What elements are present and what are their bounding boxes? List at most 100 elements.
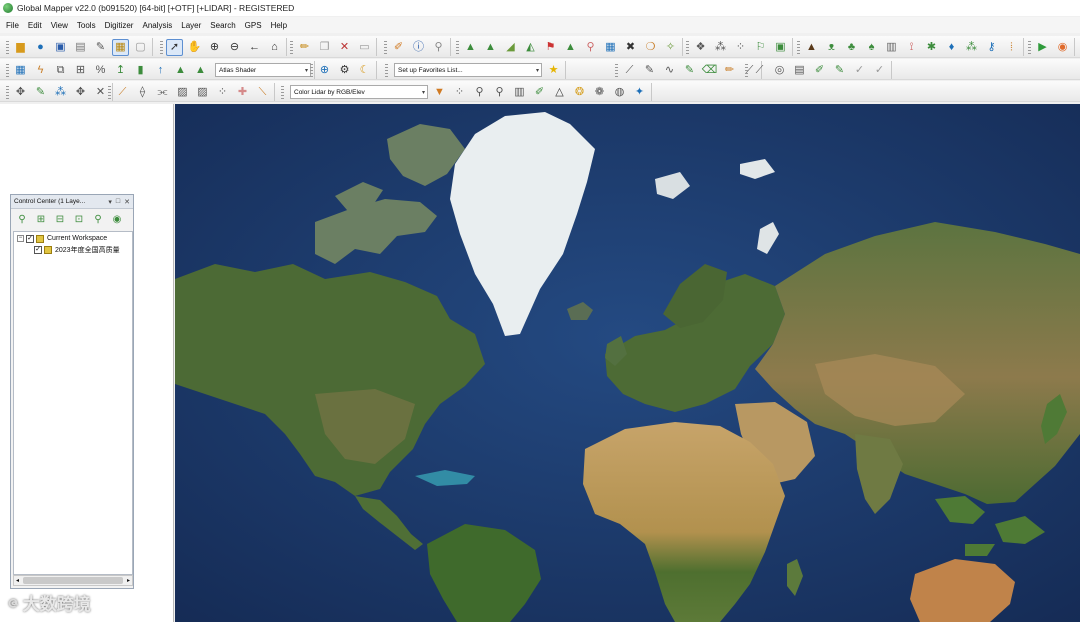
histogram-icon[interactable]: ▮ bbox=[132, 62, 149, 79]
ruler-icon[interactable]: ✐ bbox=[390, 39, 407, 56]
zoom-out-icon[interactable]: ⊖ bbox=[226, 39, 243, 56]
menu-edit[interactable]: Edit bbox=[28, 21, 42, 30]
marker-pen-icon[interactable]: ✏ bbox=[721, 62, 738, 79]
line-draw-icon[interactable]: ⟋ bbox=[621, 62, 638, 79]
map-view[interactable] bbox=[175, 104, 1080, 622]
flag-map-icon[interactable]: ⚑ bbox=[542, 39, 559, 56]
find-icon[interactable]: ⚲ bbox=[430, 39, 447, 56]
slope-icon[interactable]: ◢ bbox=[502, 39, 519, 56]
raster-icon[interactable]: ▦ bbox=[602, 39, 619, 56]
mountain-fill-icon[interactable]: ▲ bbox=[192, 62, 209, 79]
grid-icon[interactable]: ▦ bbox=[12, 62, 29, 79]
bush-icon[interactable]: ♣ bbox=[843, 39, 860, 56]
barcode-icon[interactable]: ▥ bbox=[511, 84, 528, 101]
star-icon[interactable]: ★ bbox=[545, 62, 562, 79]
marker-icon[interactable]: ⚐ bbox=[752, 39, 769, 56]
wrench-icon[interactable]: ✎ bbox=[92, 39, 109, 56]
pan-hand-icon[interactable]: ✋ bbox=[186, 39, 203, 56]
menu-layer[interactable]: Layer bbox=[181, 21, 201, 30]
join-icon[interactable]: ⫘ bbox=[154, 84, 171, 101]
eraser-icon[interactable]: ⌫ bbox=[701, 62, 718, 79]
building-icon[interactable]: ▥ bbox=[883, 39, 900, 56]
profile-icon[interactable]: ✐ bbox=[531, 84, 548, 101]
menu-digitizer[interactable]: Digitizer bbox=[105, 21, 134, 30]
points-grid-icon[interactable]: ⁘ bbox=[451, 84, 468, 101]
workspace-node[interactable]: − ✓ Current Workspace bbox=[14, 233, 132, 244]
vertex-icon[interactable]: ⁂ bbox=[52, 84, 69, 101]
world-map[interactable] bbox=[175, 104, 1080, 622]
pointer-icon[interactable]: ↑ bbox=[152, 62, 169, 79]
menu-analysis[interactable]: Analysis bbox=[142, 21, 172, 30]
hatch-alt-icon[interactable]: ▨ bbox=[194, 84, 211, 101]
points-icon[interactable]: ⁂ bbox=[712, 39, 729, 56]
brush-icon[interactable]: ✎ bbox=[641, 62, 658, 79]
mountain-stack-icon[interactable]: ▲ bbox=[172, 62, 189, 79]
move-vertex-icon[interactable]: ✥ bbox=[72, 84, 89, 101]
layer-zoom-icon[interactable]: ⚲ bbox=[14, 212, 30, 228]
triangle-icon[interactable]: △ bbox=[551, 84, 568, 101]
draw-line-icon[interactable]: ⟋ bbox=[114, 84, 131, 101]
layer-visibility-icon[interactable]: ◉ bbox=[109, 212, 125, 228]
layer-search-icon[interactable]: ⚲ bbox=[90, 212, 106, 228]
move-icon[interactable]: ✥ bbox=[12, 84, 29, 101]
image-icon[interactable]: ▭ bbox=[356, 39, 373, 56]
search-points-icon[interactable]: ⚲ bbox=[491, 84, 508, 101]
tree-icon[interactable]: ♠ bbox=[863, 39, 880, 56]
layer-options-icon[interactable]: ⊡ bbox=[71, 212, 87, 228]
crop-icon[interactable]: ⧉ bbox=[52, 62, 69, 79]
node-icon[interactable]: ⁘ bbox=[214, 84, 231, 101]
watershed-icon[interactable]: ▲ bbox=[562, 39, 579, 56]
sphere-icon[interactable]: ◍ bbox=[611, 84, 628, 101]
menu-view[interactable]: View bbox=[51, 21, 68, 30]
lasso-icon[interactable]: ⟋ bbox=[751, 62, 768, 79]
cluster-icon[interactable]: ⁘ bbox=[732, 39, 749, 56]
layers-icon[interactable]: ❖ bbox=[692, 39, 709, 56]
key-icon[interactable]: ⚷ bbox=[983, 39, 1000, 56]
tower-icon[interactable]: ⟟ bbox=[903, 39, 920, 56]
scroll-left-icon[interactable]: ◂ bbox=[16, 577, 19, 584]
scroll-right-icon[interactable]: ▸ bbox=[127, 577, 130, 584]
layer-node[interactable]: ✓ 2023年度全国高质量 bbox=[14, 244, 132, 255]
save-icon[interactable]: ▣ bbox=[52, 39, 69, 56]
menu-file[interactable]: File bbox=[6, 21, 19, 30]
check-edit-icon[interactable]: ✓ bbox=[871, 62, 888, 79]
rect-select-icon[interactable]: ▤ bbox=[791, 62, 808, 79]
mountain-icon[interactable]: ▲ bbox=[482, 39, 499, 56]
shader-select[interactable]: Atlas Shader ▾ bbox=[215, 63, 311, 77]
moon-icon[interactable]: ☾ bbox=[356, 62, 373, 79]
map-view-icon[interactable]: ▣ bbox=[772, 39, 789, 56]
reshape-icon[interactable]: ✎ bbox=[32, 84, 49, 101]
cloud-icon[interactable]: ❂ bbox=[571, 84, 588, 101]
pencil-icon[interactable]: ✏ bbox=[296, 39, 313, 56]
play-icon[interactable]: ▶ bbox=[1034, 39, 1051, 56]
zoom-points-icon[interactable]: ⚲ bbox=[471, 84, 488, 101]
paint-icon[interactable]: ✎ bbox=[681, 62, 698, 79]
menu-gps[interactable]: GPS bbox=[245, 21, 262, 30]
filter-icon[interactable]: ✎ bbox=[831, 62, 848, 79]
workspace-checkbox[interactable]: ✓ bbox=[26, 234, 34, 243]
elevation-icon[interactable]: ↥ bbox=[112, 62, 129, 79]
globe-icon[interactable]: ● bbox=[32, 39, 49, 56]
home-icon[interactable]: ⌂ bbox=[266, 39, 283, 56]
layer-add-icon[interactable]: ⊞ bbox=[33, 212, 49, 228]
globe-grid-icon[interactable]: ⊕ bbox=[316, 62, 333, 79]
percent-icon[interactable]: % bbox=[92, 62, 109, 79]
delete-icon[interactable]: ✕ bbox=[336, 39, 353, 56]
gear-icon[interactable]: ⚙ bbox=[336, 62, 353, 79]
layer-checkbox[interactable]: ✓ bbox=[34, 245, 42, 254]
maximize-icon[interactable]: □ bbox=[116, 198, 120, 206]
overview-icon[interactable]: ▢ bbox=[132, 39, 149, 56]
circle-select-icon[interactable]: ◎ bbox=[771, 62, 788, 79]
lightning-icon[interactable]: ϟ bbox=[32, 62, 49, 79]
pin-panel-icon[interactable]: ▾ bbox=[108, 198, 112, 206]
scroll-thumb[interactable] bbox=[23, 577, 123, 584]
bracket-icon[interactable]: ⦙ bbox=[1003, 39, 1020, 56]
palm-icon[interactable]: ✱ bbox=[923, 39, 940, 56]
hatch-icon[interactable]: ▨ bbox=[174, 84, 191, 101]
split-icon[interactable]: ⟠ bbox=[134, 84, 151, 101]
info-icon[interactable]: ⓘ bbox=[410, 39, 427, 56]
layer-remove-icon[interactable]: ⊟ bbox=[52, 212, 68, 228]
zoom-in-icon[interactable]: ⊕ bbox=[206, 39, 223, 56]
leaf-icon[interactable]: ✧ bbox=[662, 39, 679, 56]
spark-icon[interactable]: ✦ bbox=[631, 84, 648, 101]
